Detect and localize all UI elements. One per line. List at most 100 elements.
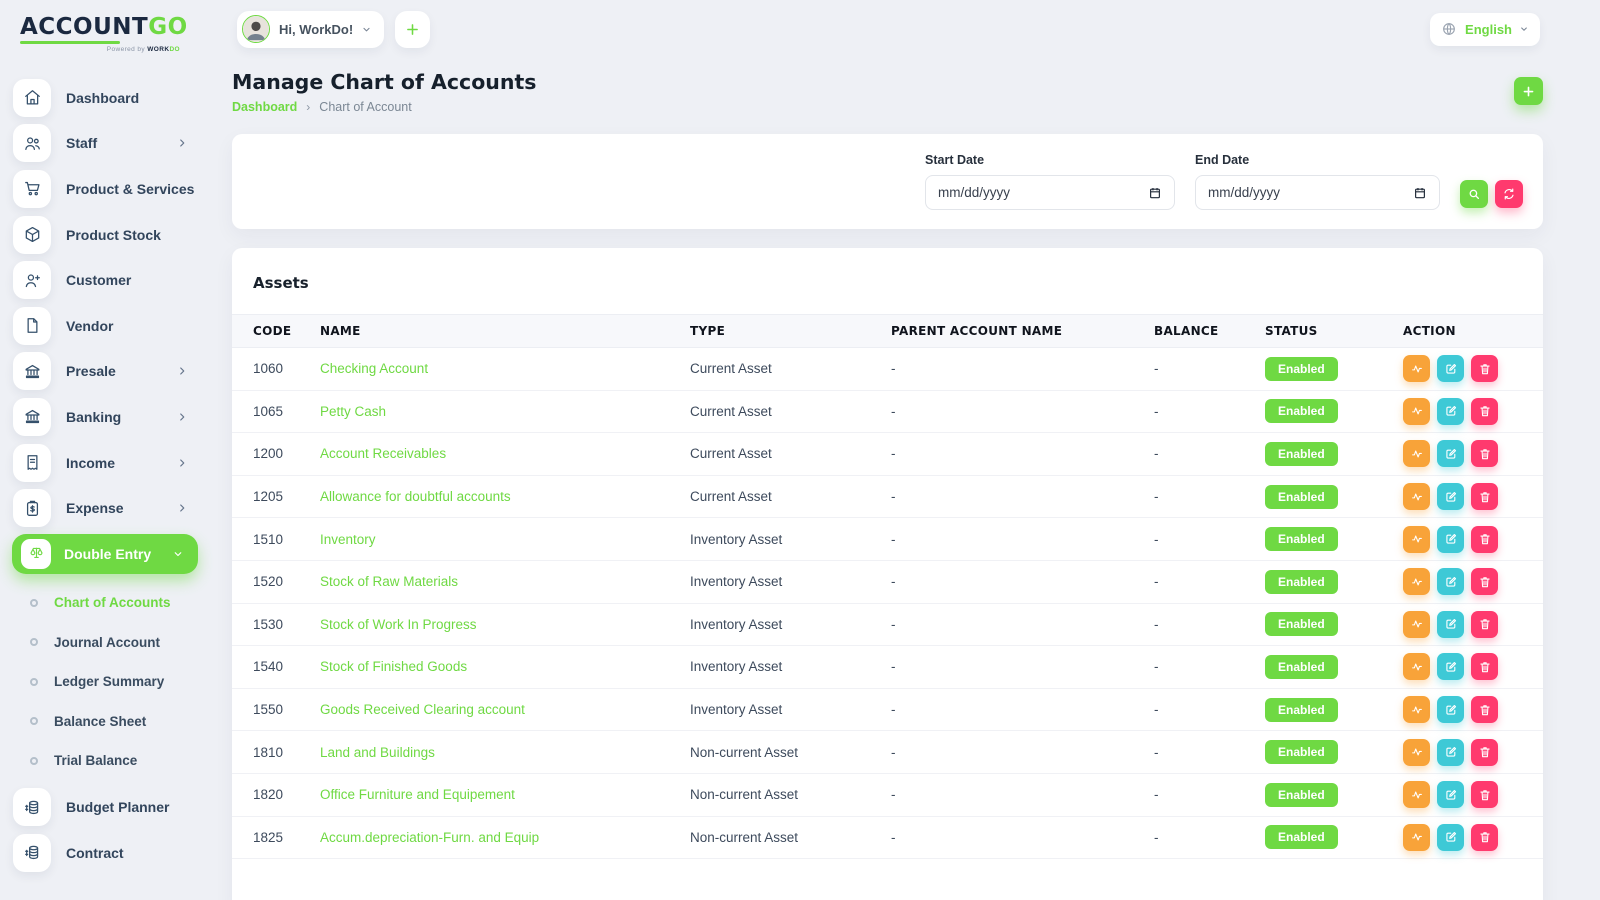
sidebar-item-staff[interactable]: Staff <box>0 121 212 167</box>
account-name-link[interactable]: Checking Account <box>320 348 690 391</box>
activity-button[interactable] <box>1403 526 1430 553</box>
cell-type: Inventory Asset <box>690 603 891 646</box>
clipboard-dollar-icon <box>13 489 51 527</box>
calendar-icon[interactable] <box>1148 186 1162 200</box>
trash-icon <box>1478 660 1492 674</box>
sidebar-item-vendor[interactable]: Vendor <box>0 303 212 349</box>
sidebar-item-label: Contract <box>66 845 124 861</box>
table-row: 1510InventoryInventory Asset--Enabled <box>232 518 1543 561</box>
sidebar-item-product-services[interactable]: Product & Services <box>0 166 212 212</box>
sidebar-item-banking[interactable]: Banking <box>0 394 212 440</box>
account-name-link[interactable]: Petty Cash <box>320 390 690 433</box>
breadcrumb-dashboard-link[interactable]: Dashboard <box>232 100 297 114</box>
edit-button[interactable] <box>1437 611 1464 638</box>
delete-button[interactable] <box>1471 781 1498 808</box>
table-row: 1065Petty CashCurrent Asset--Enabled <box>232 390 1543 433</box>
activity-icon <box>1410 745 1424 759</box>
activity-button[interactable] <box>1403 781 1430 808</box>
cell-parent: - <box>891 518 1154 561</box>
account-name-link[interactable]: Office Furniture and Equipement <box>320 773 690 816</box>
account-name-link[interactable]: Account Receivables <box>320 433 690 476</box>
account-name-link[interactable]: Stock of Work In Progress <box>320 603 690 646</box>
sidebar-item-label: Staff <box>66 135 97 151</box>
account-name-link[interactable]: Accum.depreciation-Furn. and Equip <box>320 816 690 859</box>
calendar-icon[interactable] <box>1413 186 1427 200</box>
delete-button[interactable] <box>1471 526 1498 553</box>
table-row: 1540Stock of Finished GoodsInventory Ass… <box>232 646 1543 689</box>
sidebar-item-product-stock[interactable]: Product Stock <box>0 212 212 258</box>
trash-icon <box>1478 404 1492 418</box>
quick-add-button[interactable] <box>395 11 430 48</box>
activity-button[interactable] <box>1403 611 1430 638</box>
submenu-item-chart-of-accounts[interactable]: Chart of Accounts <box>0 583 212 623</box>
edit-button[interactable] <box>1437 568 1464 595</box>
submenu-item-trial-balance[interactable]: Trial Balance <box>0 741 212 781</box>
cart-icon <box>13 170 51 208</box>
delete-button[interactable] <box>1471 653 1498 680</box>
sidebar-item-presale[interactable]: Presale <box>0 349 212 395</box>
reset-button[interactable] <box>1495 180 1523 208</box>
edit-icon <box>1444 575 1458 589</box>
activity-button[interactable] <box>1403 739 1430 766</box>
activity-button[interactable] <box>1403 568 1430 595</box>
sidebar-item-budget-planner[interactable]: Budget Planner <box>0 784 212 830</box>
activity-button[interactable] <box>1403 653 1430 680</box>
sidebar-item-contract[interactable]: Contract <box>0 830 212 876</box>
delete-button[interactable] <box>1471 696 1498 723</box>
page-title: Manage Chart of Accounts <box>232 70 536 94</box>
delete-button[interactable] <box>1471 398 1498 425</box>
search-button[interactable] <box>1460 180 1488 208</box>
bank-icon <box>13 398 51 436</box>
globe-icon <box>1441 21 1457 37</box>
activity-button[interactable] <box>1403 355 1430 382</box>
delete-button[interactable] <box>1471 355 1498 382</box>
sidebar-item-dashboard[interactable]: Dashboard <box>0 75 212 121</box>
delete-button[interactable] <box>1471 483 1498 510</box>
edit-button[interactable] <box>1437 526 1464 553</box>
edit-button[interactable] <box>1437 483 1464 510</box>
delete-button[interactable] <box>1471 739 1498 766</box>
edit-button[interactable] <box>1437 355 1464 382</box>
edit-button[interactable] <box>1437 824 1464 851</box>
submenu-item-journal-account[interactable]: Journal Account <box>0 622 212 662</box>
submenu-item-balance-sheet[interactable]: Balance Sheet <box>0 701 212 741</box>
activity-button[interactable] <box>1403 824 1430 851</box>
delete-button[interactable] <box>1471 568 1498 595</box>
edit-button[interactable] <box>1437 739 1464 766</box>
submenu-item-label: Trial Balance <box>54 753 137 768</box>
submenu-item-ledger-summary[interactable]: Ledger Summary <box>0 662 212 702</box>
sidebar-item-expense[interactable]: Expense <box>0 485 212 531</box>
activity-button[interactable] <box>1403 440 1430 467</box>
sidebar-item-customer[interactable]: Customer <box>0 257 212 303</box>
sidebar-item-income[interactable]: Income <box>0 440 212 486</box>
start-date-input[interactable]: mm/dd/yyyy <box>925 175 1175 210</box>
edit-button[interactable] <box>1437 398 1464 425</box>
status-badge: Enabled <box>1265 698 1338 722</box>
end-date-input[interactable]: mm/dd/yyyy <box>1195 175 1440 210</box>
cell-status: Enabled <box>1265 518 1403 561</box>
edit-button[interactable] <box>1437 653 1464 680</box>
assets-card: Assets CODENAMETYPEPARENT ACCOUNT NAMEBA… <box>232 248 1543 900</box>
account-name-link[interactable]: Allowance for doubtful accounts <box>320 475 690 518</box>
activity-button[interactable] <box>1403 696 1430 723</box>
account-name-link[interactable]: Inventory <box>320 518 690 561</box>
delete-button[interactable] <box>1471 611 1498 638</box>
edit-button[interactable] <box>1437 781 1464 808</box>
sidebar-item-double-entry[interactable]: Double Entry <box>12 534 198 574</box>
user-plus-icon <box>13 261 51 299</box>
edit-icon <box>1444 788 1458 802</box>
delete-button[interactable] <box>1471 824 1498 851</box>
activity-button[interactable] <box>1403 398 1430 425</box>
status-badge: Enabled <box>1265 570 1338 594</box>
account-name-link[interactable]: Land and Buildings <box>320 731 690 774</box>
activity-button[interactable] <box>1403 483 1430 510</box>
delete-button[interactable] <box>1471 440 1498 467</box>
user-menu[interactable]: Hi, WorkDo! <box>237 11 384 48</box>
account-name-link[interactable]: Goods Received Clearing account <box>320 688 690 731</box>
edit-button[interactable] <box>1437 440 1464 467</box>
add-account-button[interactable] <box>1514 77 1543 105</box>
language-selector[interactable]: English <box>1430 13 1540 46</box>
edit-button[interactable] <box>1437 696 1464 723</box>
account-name-link[interactable]: Stock of Finished Goods <box>320 646 690 689</box>
account-name-link[interactable]: Stock of Raw Materials <box>320 560 690 603</box>
